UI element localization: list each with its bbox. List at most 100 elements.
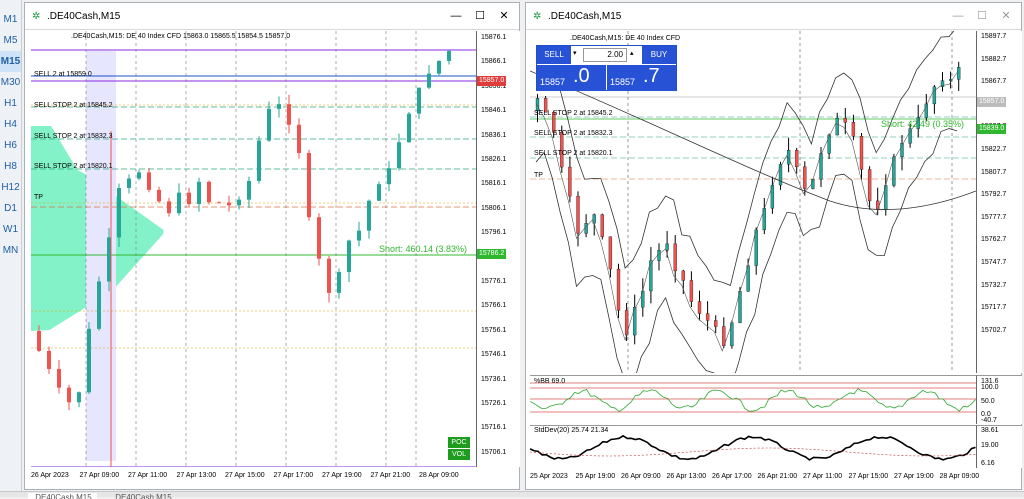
candle-body xyxy=(778,164,783,186)
candle-body xyxy=(447,50,451,61)
candle-body xyxy=(811,179,815,189)
candle-body xyxy=(827,134,831,154)
candle-body xyxy=(940,80,945,88)
candle-body xyxy=(908,128,912,144)
timeframe-h12[interactable]: H12 xyxy=(0,177,21,198)
candle-body xyxy=(77,392,81,403)
timeframe-h1[interactable]: H1 xyxy=(0,93,21,114)
bb-indicator-panel[interactable]: %BB 69.0 xyxy=(529,375,976,424)
candle-body xyxy=(317,217,321,259)
time-tick: 25 Apr 19:00 xyxy=(575,473,616,480)
bb-axis: 131.6 100.0 50.0 0.0 -40.7 xyxy=(976,375,1022,424)
price-tick: 15822.7 xyxy=(981,146,1007,153)
price-tick: 15826.1 xyxy=(481,156,507,163)
stddev-indicator-panel[interactable]: StdDev(20) 25.74 21.34 xyxy=(529,425,976,468)
candle-body xyxy=(407,113,411,143)
window-titlebar-left: ✲ .DE40Cash,M15 — ☐ ✕ xyxy=(25,3,519,30)
chart-tab[interactable]: .DE40Cash,M15 xyxy=(28,493,97,499)
chart-icon: ✲ xyxy=(533,11,542,22)
candle-body xyxy=(608,236,613,270)
candle-body xyxy=(705,313,710,321)
price-tick: 15867.7 xyxy=(981,78,1007,86)
price-plot-right[interactable]: .DE40Cash,M15: DE 40 Index CFD SELL STOP… xyxy=(529,26,977,390)
candle-body xyxy=(932,86,937,105)
volume-increase-icon[interactable]: ▴ xyxy=(630,49,634,57)
order-label: SELL STOP 2 at 15820.1 xyxy=(34,163,113,170)
stddev-tick: 19.00 xyxy=(981,442,999,449)
candle-body xyxy=(600,214,604,237)
candle-body xyxy=(367,200,371,231)
time-tick: 27 Apr 09:00 xyxy=(79,472,120,479)
candle-body xyxy=(157,189,161,202)
candle-body xyxy=(187,192,191,205)
candle-body xyxy=(584,223,588,234)
buy-button[interactable]: BUY xyxy=(642,46,676,64)
volume-input[interactable]: 2.00 xyxy=(583,48,627,62)
candle-body xyxy=(97,281,101,329)
price-tick: 15876.1 xyxy=(481,34,507,41)
timeframe-m15[interactable]: M15 xyxy=(0,51,21,72)
current-price-box: 15857.0 xyxy=(477,76,507,86)
bb-tick: 50.0 xyxy=(981,398,995,405)
maximize-icon[interactable]: ☐ xyxy=(971,8,993,24)
candle-body xyxy=(247,180,251,200)
candle-body xyxy=(657,250,661,261)
candle-body xyxy=(576,195,580,234)
minimize-icon[interactable]: — xyxy=(445,8,467,24)
tp-label: TP xyxy=(34,194,43,201)
volume-decrease-icon[interactable]: ▾ xyxy=(573,49,577,57)
timeframe-mn[interactable]: MN xyxy=(0,240,21,261)
candle-body xyxy=(167,201,171,214)
time-tick: 26 Apr 09:00 xyxy=(621,473,661,480)
timeframe-w1[interactable]: W1 xyxy=(0,219,21,240)
minimize-icon[interactable]: — xyxy=(947,8,969,24)
buy-price-pips: .7 xyxy=(643,65,660,87)
timeframe-h4[interactable]: H4 xyxy=(0,114,21,135)
bb-line xyxy=(529,388,976,412)
candle-body xyxy=(616,268,621,311)
price-tick: 15736.1 xyxy=(481,375,507,383)
candle-body xyxy=(117,187,121,238)
candle-body xyxy=(197,181,201,205)
candle-body xyxy=(267,108,271,141)
timeframe-m1[interactable]: M1 xyxy=(0,9,21,30)
sell-button[interactable]: SELL xyxy=(537,46,571,64)
time-tick: 27 Apr 19:00 xyxy=(894,473,934,480)
buy-price-button[interactable]: 15857 .7 xyxy=(607,65,676,91)
time-tick: 27 Apr 15:00 xyxy=(848,473,889,480)
time-tick: 27 Apr 21:00 xyxy=(370,472,411,479)
bb-tick: 100.0 xyxy=(981,384,999,391)
candle-body xyxy=(227,202,231,206)
chart-icon: ✲ xyxy=(32,11,41,22)
timeframe-h6[interactable]: H6 xyxy=(0,135,21,156)
short-price-box: 15839.0 xyxy=(977,124,1007,134)
vol-button[interactable]: VOL xyxy=(448,449,470,460)
sell-price-button[interactable]: 15857 .0 xyxy=(537,65,606,91)
close-icon[interactable]: ✕ xyxy=(493,8,515,24)
sell-price-main: 15857 xyxy=(540,77,566,87)
stddev-axis: 38.61 19.00 6.16 xyxy=(976,425,1022,468)
timeframe-m30[interactable]: M30 xyxy=(0,72,21,93)
symbol-info: .DE40Cash,M15: DE 40 Index CFD xyxy=(570,35,681,42)
price-plot-left[interactable]: .DE40Cash,M15: DE 40 Index CFD 15863.0 1… xyxy=(31,31,476,468)
time-tick: 26 Apr 17:00 xyxy=(712,473,752,480)
candle-body xyxy=(127,178,131,188)
price-axis-right[interactable]: 15897.715882.715867.715852.715837.715822… xyxy=(976,31,1022,373)
timeframe-m5[interactable]: M5 xyxy=(0,30,21,51)
price-tick: 15776.1 xyxy=(481,278,507,285)
price-tick: 15756.1 xyxy=(481,326,507,334)
poc-button[interactable]: POC xyxy=(448,437,470,448)
candle-body xyxy=(327,258,331,293)
price-axis-left[interactable]: 15876.1 15866.1 15856.1 15846.1 15836.1 15826… xyxy=(476,31,520,467)
window-titlebar-right: ✲ .DE40Cash,M15 — ☐ ✕ xyxy=(526,3,1021,30)
symbol-info: .DE40Cash,M15: DE 40 Index CFD 15863.0 1… xyxy=(71,33,291,40)
chart-tab[interactable]: .DE40Cash,M15 xyxy=(108,493,177,499)
maximize-icon[interactable]: ☐ xyxy=(469,8,491,24)
order-label: SELL STOP 2 at 15832.3 xyxy=(534,130,613,137)
close-icon[interactable]: ✕ xyxy=(995,8,1017,24)
time-tick: 27 Apr 13:00 xyxy=(176,472,217,479)
candle-body xyxy=(387,168,391,185)
timeframe-h8[interactable]: H8 xyxy=(0,156,21,177)
timeframe-d1[interactable]: D1 xyxy=(0,198,21,219)
time-axis-right: 25 Apr 2023 25 Apr 19:00 26 Apr 09:00 26 Ap… xyxy=(530,469,979,489)
